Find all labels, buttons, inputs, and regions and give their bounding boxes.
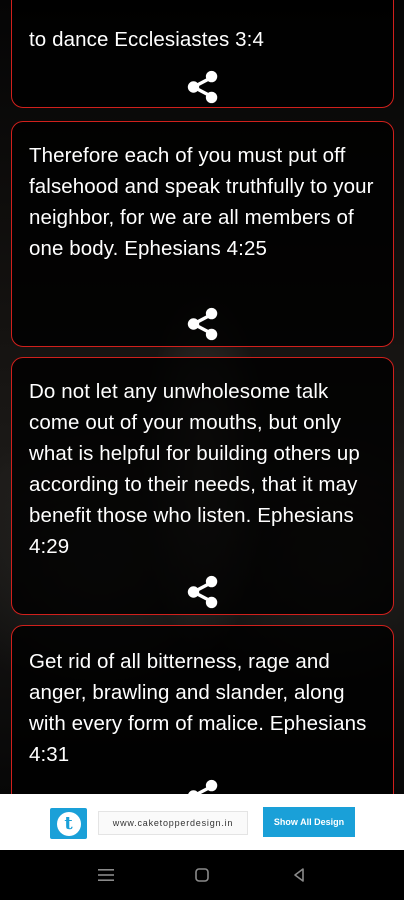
verse-text: Therefore each of you must put off false… [29,144,374,260]
verse-text: to dance Ecclesiastes 3:4 [29,28,264,51]
verse-text: Do not let any unwholesome talk come out… [29,380,360,558]
ad-show-all-button[interactable]: Show All Design [263,807,355,837]
share-icon [187,779,217,794]
verse-list[interactable]: to dance Ecclesiastes 3:4 Therefore each… [0,0,404,794]
share-icon [187,70,217,104]
verse-card: to dance Ecclesiastes 3:4 [11,0,394,108]
ad-url: www.caketopperdesign.in [98,811,248,835]
system-nav-bar [0,850,404,900]
verse-card: Get rid of all bitterness, rage and ange… [11,625,394,794]
back-triangle-icon[interactable] [286,862,312,888]
verse-card: Do not let any unwholesome talk come out… [11,357,394,615]
share-icon [187,575,217,609]
share-button[interactable] [183,67,223,107]
share-button[interactable] [183,304,223,344]
share-button[interactable] [183,776,223,794]
verse-card: Therefore each of you must put off false… [11,121,394,347]
menu-icon[interactable] [93,862,119,888]
share-icon [187,307,217,341]
verse-text: Get rid of all bitterness, rage and ange… [29,650,367,766]
home-square-icon[interactable] [189,862,215,888]
ad-logo-icon: t [50,808,87,839]
share-button[interactable] [183,572,223,612]
